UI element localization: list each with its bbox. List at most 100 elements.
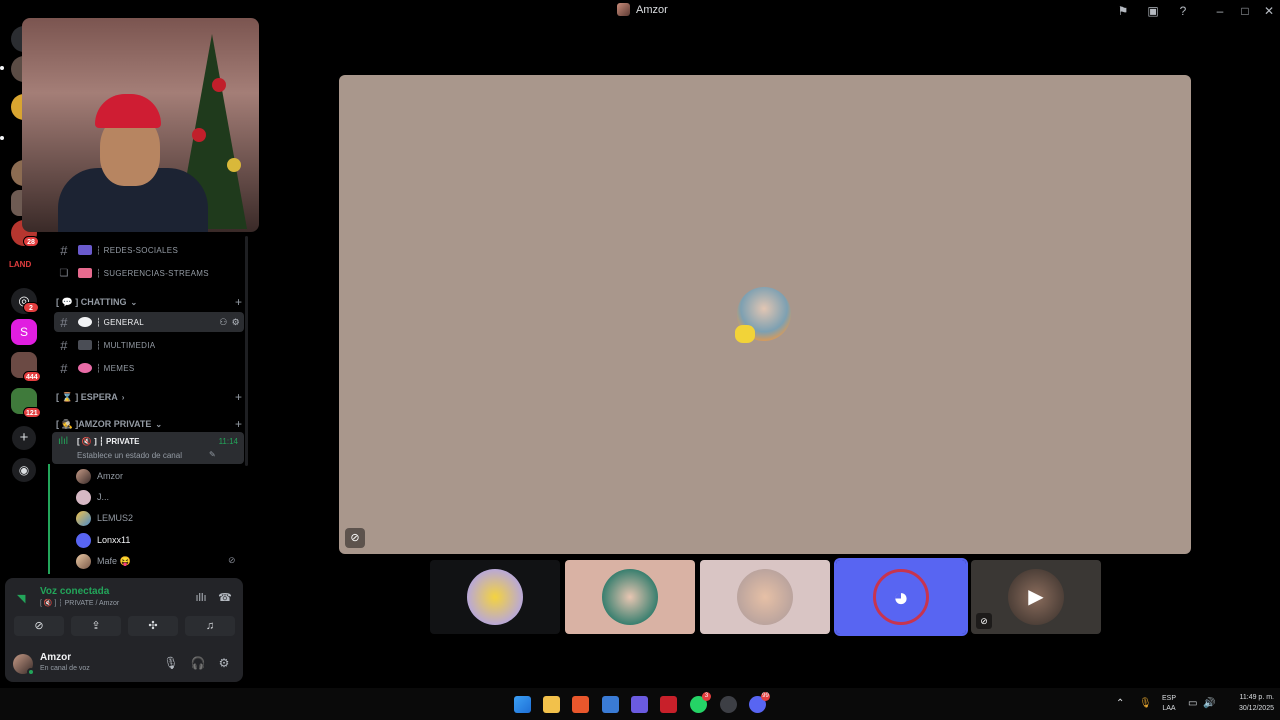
os-taskbar: 3 99 ⌃ 🎙 ESP LAA ▭ 🔊 11:49 p. m. 30/12/2… bbox=[0, 688, 1280, 720]
channel-status-prompt[interactable]: Establece un estado de canal bbox=[77, 451, 182, 460]
soundboard-button[interactable]: ♫ bbox=[185, 616, 235, 636]
participant-tile-speaking[interactable]: ◕ bbox=[834, 558, 968, 636]
member-name: Amzor bbox=[97, 471, 124, 481]
member-name: Mafe 😝 bbox=[97, 555, 131, 566]
member-name: LEMUS2 bbox=[97, 513, 134, 523]
discover-icon[interactable]: ◉ bbox=[12, 458, 36, 482]
channel-memes[interactable]: # ┆ MEMES bbox=[54, 358, 244, 378]
microphone-icon[interactable]: 🎙 bbox=[1139, 698, 1152, 709]
voice-channel-private[interactable]: ılıl [ 🔇 ] ┆ PRIVATE 11:14 Establece un … bbox=[52, 432, 244, 464]
game-icon[interactable] bbox=[631, 696, 648, 713]
participant-tile[interactable]: ▶ ⊘ bbox=[971, 560, 1101, 634]
voice-channel-name: [ 🔇 ] ┆ PRIVATE bbox=[77, 437, 140, 446]
hash-icon: # bbox=[60, 360, 68, 376]
category-amzor-private[interactable]: [ 🕵 ]AMZOR PRIVATE ⌄ + bbox=[56, 416, 242, 432]
camera-icon: ▶ bbox=[1008, 569, 1064, 625]
notification-badge: 3 bbox=[702, 692, 711, 701]
voice-connected-subtitle[interactable]: [ 🔇 ] ┆ PRIVATE / Amzor bbox=[40, 599, 119, 607]
sidebar-scrollbar[interactable] bbox=[245, 236, 248, 466]
help-icon[interactable]: ? bbox=[1175, 3, 1191, 19]
voice-member[interactable]: Amzor bbox=[76, 466, 123, 486]
participant-tile[interactable] bbox=[565, 560, 695, 634]
close-icon[interactable]: ✕ bbox=[1261, 3, 1277, 19]
mention-badge: 28 bbox=[23, 236, 39, 247]
title-avatar bbox=[617, 3, 630, 16]
flag-icon[interactable]: ⚑ bbox=[1115, 3, 1131, 19]
category-chatting[interactable]: [ 💬 ] CHATTING ⌄ + bbox=[56, 294, 242, 310]
channel-emoji-icon bbox=[78, 268, 92, 278]
invite-icon[interactable]: ⚇ bbox=[219, 317, 227, 328]
voice-connection-panel: ◥ Voz conectada [ 🔇 ] ┆ PRIVATE / Amzor … bbox=[5, 578, 243, 644]
participant-tile[interactable] bbox=[430, 560, 560, 634]
activities-button[interactable]: ✣ bbox=[128, 616, 178, 636]
muted-mic-icon: ⊘ bbox=[345, 528, 365, 548]
minimize-icon[interactable]: – bbox=[1212, 3, 1228, 19]
window-title-text: Amzor bbox=[636, 3, 668, 16]
voice-member[interactable]: Mafe 😝 bbox=[76, 551, 131, 571]
volume-icon[interactable]: 🔊 bbox=[1203, 698, 1215, 709]
language-region[interactable]: LAA bbox=[1158, 705, 1180, 712]
category-label: [ 💬 ] CHATTING bbox=[56, 296, 127, 307]
maximize-icon[interactable]: □ bbox=[1237, 3, 1253, 19]
status-indicator bbox=[27, 668, 35, 676]
store-icon[interactable] bbox=[602, 696, 619, 713]
unread-pip bbox=[0, 66, 4, 70]
gear-icon[interactable]: ⚙ bbox=[216, 655, 232, 671]
inbox-icon[interactable]: ▣ bbox=[1145, 3, 1161, 19]
webcam-cap bbox=[95, 94, 161, 128]
channel-general[interactable]: # ┆ GENERAL ⚇ ⚙ bbox=[54, 312, 244, 332]
category-espera[interactable]: [ ⌛ ] ESPERA › + bbox=[56, 389, 242, 405]
add-server-icon[interactable]: + bbox=[12, 426, 36, 450]
channel-label: ┆ GENERAL bbox=[96, 317, 144, 327]
avatar bbox=[76, 532, 91, 548]
language-indicator[interactable]: ESP bbox=[1158, 695, 1180, 702]
file-explorer-icon[interactable] bbox=[543, 696, 560, 713]
channel-label: ┆ REDES-SOCIALES bbox=[96, 245, 179, 255]
brave-browser-icon[interactable] bbox=[572, 696, 589, 713]
voice-member-speaking[interactable]: Lonxx11 bbox=[76, 530, 130, 550]
add-channel-icon[interactable]: + bbox=[235, 417, 242, 431]
user-status: En canal de voz bbox=[40, 665, 90, 672]
gear-icon[interactable]: ⚙ bbox=[232, 317, 240, 328]
headphones-icon[interactable]: 🎧 bbox=[190, 655, 206, 671]
clock-date[interactable]: 30/12/2025 bbox=[1222, 705, 1274, 712]
disconnect-icon[interactable]: ☎ bbox=[217, 590, 233, 606]
category-label: [ ⌛ ] ESPERA bbox=[56, 391, 118, 402]
channel-sugerencias-streams[interactable]: ❏ ┆ SUGERENCIAS-STREAMS bbox=[54, 263, 244, 283]
add-channel-icon[interactable]: + bbox=[235, 390, 242, 404]
channel-redes-sociales[interactable]: # ┆ REDES-SOCIALES bbox=[54, 240, 244, 260]
notification-badge: 99 bbox=[761, 692, 770, 701]
webcam-overlay[interactable] bbox=[22, 18, 259, 232]
start-icon[interactable] bbox=[514, 696, 531, 713]
camera-off-button[interactable]: ⊘ bbox=[14, 616, 64, 636]
chevron-down-icon: ⌄ bbox=[155, 419, 163, 429]
network-icon[interactable]: ▭ bbox=[1188, 698, 1197, 709]
app-icon[interactable] bbox=[720, 696, 737, 713]
muted-mic-icon: ⊘ bbox=[228, 555, 236, 565]
voice-member[interactable]: LEMUS2 bbox=[76, 508, 133, 528]
voice-connected-title[interactable]: Voz conectada bbox=[40, 586, 109, 597]
screen-share-button[interactable]: ⇪ bbox=[71, 616, 121, 636]
chevron-up-icon[interactable]: ⌃ bbox=[1116, 698, 1124, 709]
microphone-icon[interactable]: 🎙 bbox=[163, 655, 179, 671]
channel-multimedia[interactable]: # ┆ MULTIMEDIA bbox=[54, 335, 244, 355]
server-icon[interactable]: S bbox=[11, 319, 37, 345]
signal-icon[interactable]: ◥ bbox=[17, 592, 25, 605]
voice-member[interactable]: J... bbox=[76, 487, 109, 507]
avatar bbox=[76, 468, 91, 484]
channel-emoji-icon bbox=[78, 245, 92, 255]
webcam-ornament bbox=[227, 158, 241, 172]
user-name[interactable]: Amzor bbox=[40, 652, 71, 663]
server-logo[interactable]: LAND bbox=[9, 260, 31, 269]
add-channel-icon[interactable]: + bbox=[235, 295, 242, 309]
user-panel: Amzor En canal de voz 🎙 🎧 ⚙ bbox=[5, 644, 243, 682]
channel-emoji-icon bbox=[78, 363, 92, 373]
focused-participant-stage[interactable]: ⊘ bbox=[339, 75, 1191, 554]
clock-time[interactable]: 11:49 p. m. bbox=[1222, 694, 1274, 701]
noise-suppression-icon[interactable]: ıllı bbox=[193, 590, 209, 606]
channel-label: ┆ MEMES bbox=[96, 363, 135, 373]
pencil-icon[interactable]: ✎ bbox=[209, 450, 216, 459]
app-icon[interactable] bbox=[660, 696, 677, 713]
chevron-down-icon: ⌄ bbox=[130, 297, 138, 307]
participant-tile[interactable] bbox=[700, 560, 830, 634]
